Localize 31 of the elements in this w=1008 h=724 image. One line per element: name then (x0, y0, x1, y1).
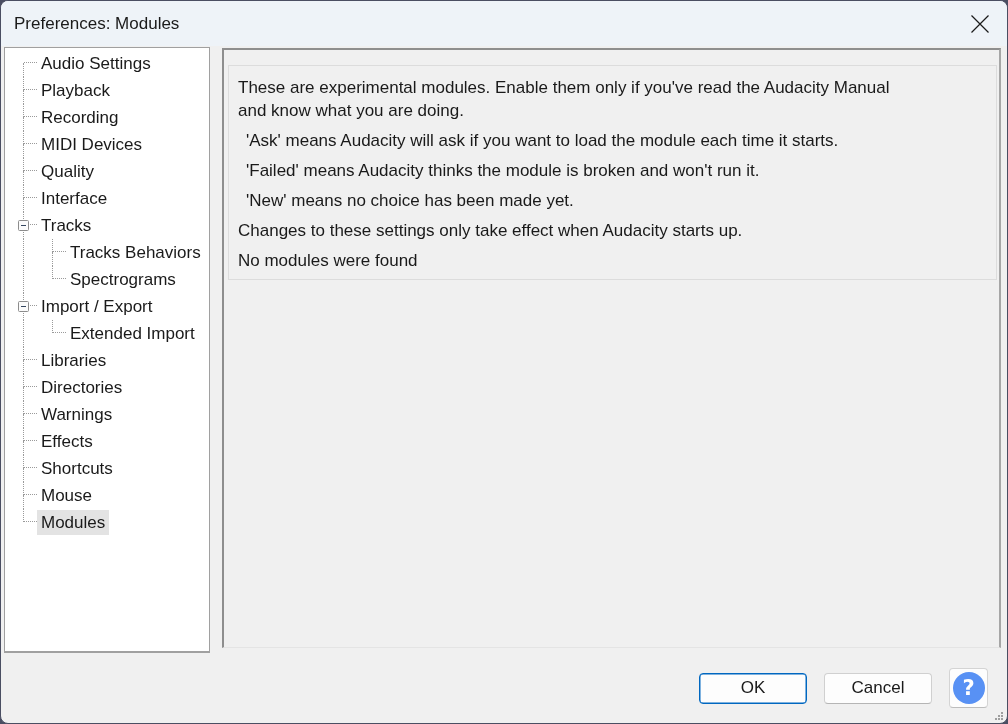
tree-item[interactable]: Libraries (37, 348, 111, 373)
note-text: 'Ask' means Audacity will ask if you want to load the module each time it starts. (245, 130, 839, 152)
tree-item[interactable]: Mouse (37, 483, 97, 508)
collapse-icon[interactable] (18, 220, 29, 231)
tree-item[interactable]: Tracks Behaviors (66, 240, 205, 265)
tree-item[interactable]: Modules (37, 510, 110, 535)
tree-item[interactable]: Playback (37, 78, 114, 103)
tree-item[interactable]: Interface (37, 186, 112, 211)
tree-item[interactable]: Recording (37, 105, 123, 130)
info-text: These are experimental modules. Enable them only if you've read the Audacity Manual and know what you are doing. (238, 77, 890, 122)
info-text: Changes to these settings only take effect when Audacity starts up. (238, 220, 743, 242)
tree-item[interactable]: Quality (37, 159, 98, 184)
tree-item[interactable]: Effects (37, 429, 97, 454)
info-text: No modules were found (238, 250, 418, 272)
tree-item[interactable]: MIDI Devices (37, 132, 147, 157)
tree-item[interactable]: Directories (37, 375, 127, 400)
tree-item[interactable]: Import / Export (37, 294, 157, 319)
ok-button[interactable]: OK (699, 672, 807, 704)
tree-item[interactable]: Spectrograms (66, 267, 180, 292)
tree-item[interactable]: Extended Import (66, 321, 199, 346)
note-text: 'New' means no choice has been made yet. (245, 190, 574, 212)
tree-item[interactable]: Tracks (37, 213, 96, 238)
window-title: Preferences: Modules (14, 13, 180, 34)
cancel-button[interactable]: Cancel (824, 672, 932, 704)
resize-grip-icon[interactable] (995, 712, 1003, 720)
tree-item[interactable]: Shortcuts (37, 456, 117, 481)
collapse-icon[interactable] (18, 301, 29, 312)
tree-item[interactable]: Audio Settings (37, 51, 155, 76)
note-text: 'Failed' means Audacity thinks the module is broken and won't run it. (245, 160, 760, 182)
close-icon (971, 14, 989, 33)
tree-item[interactable]: Warnings (37, 402, 117, 427)
